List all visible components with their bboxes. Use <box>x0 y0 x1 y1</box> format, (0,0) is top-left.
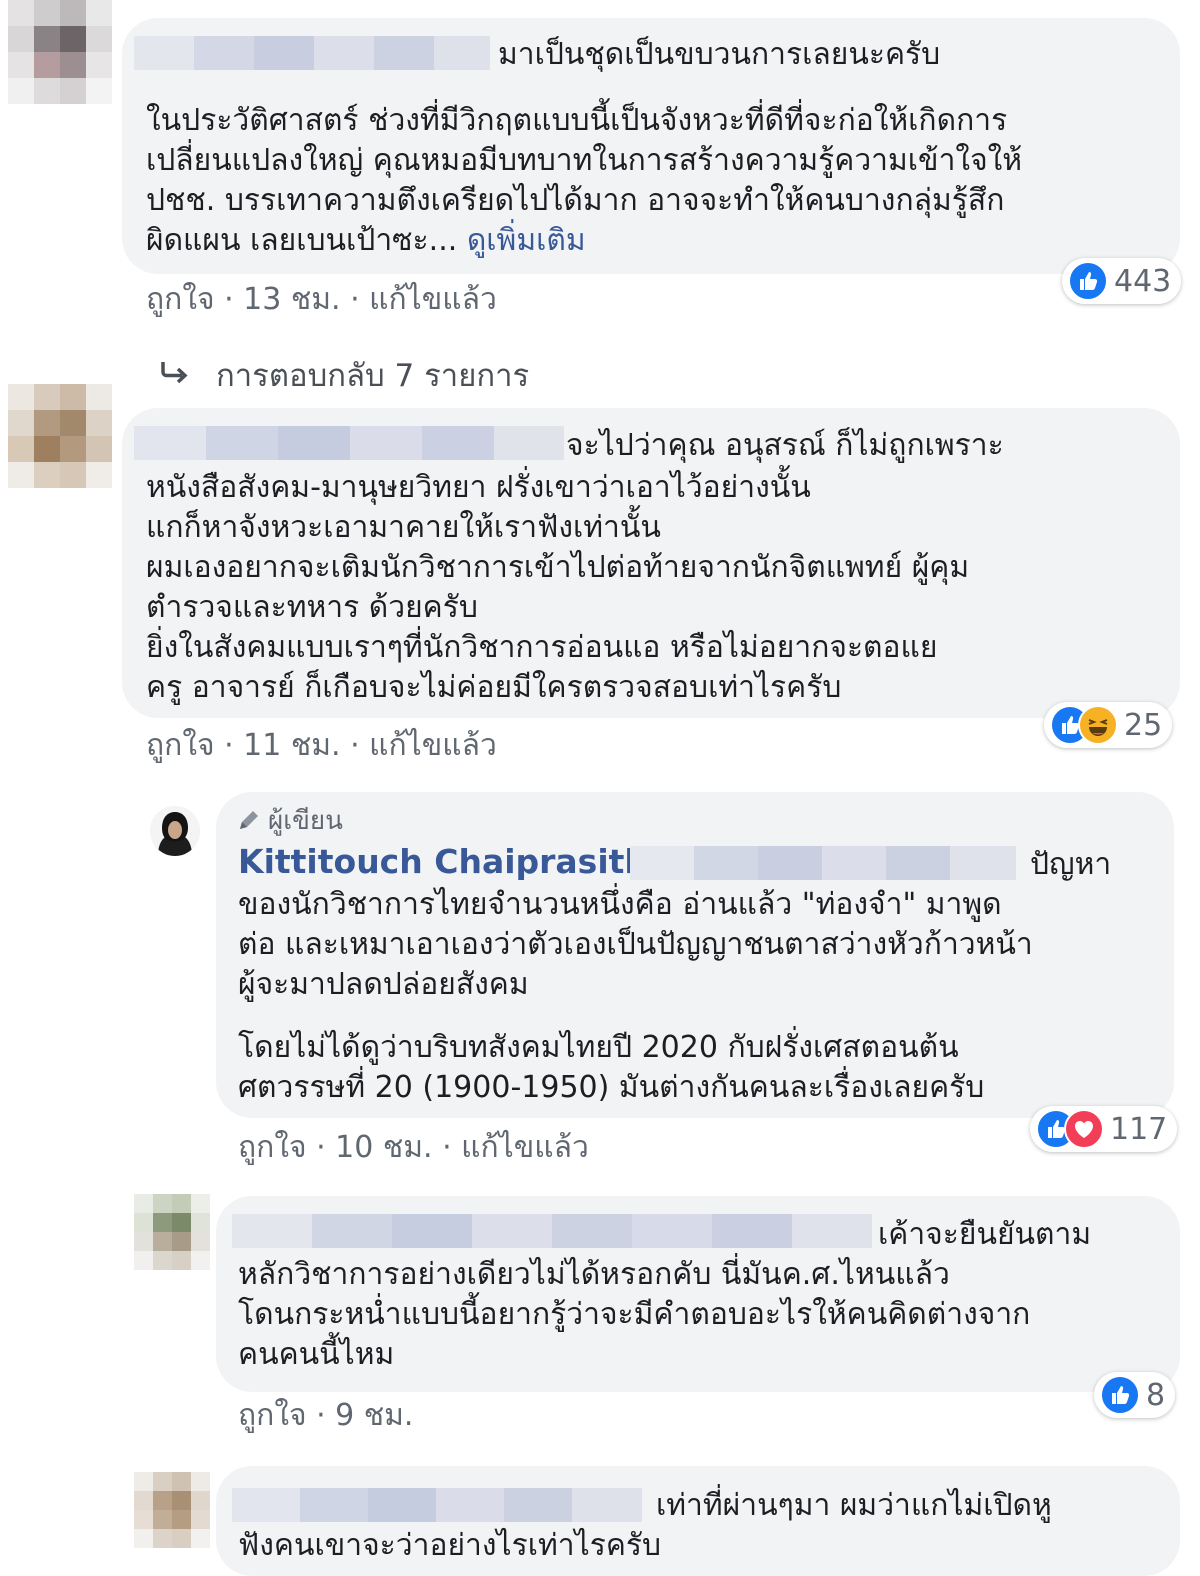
like-button[interactable]: ถูกใจ <box>238 1398 307 1433</box>
edited-label: แก้ไขแล้ว <box>369 728 497 763</box>
reaction-summary[interactable]: 25 <box>1044 702 1173 748</box>
comment-text-line: เท่าที่ผ่านๆมา ผมว่าแกไม่เปิดหู <box>656 1488 1052 1523</box>
like-button[interactable]: ถูกใจ <box>238 1130 307 1165</box>
like-icon <box>1068 261 1108 301</box>
comment-text-line: โดนกระหน่ำแบบนี้อยากรู้ว่าจะมีคำตอบอะไรใ… <box>238 1297 1031 1332</box>
view-replies-link[interactable]: การตอบกลับ 7 รายการ <box>160 350 529 400</box>
blurred-author-name[interactable] <box>134 36 490 70</box>
blurred-tagged-name[interactable] <box>630 846 1016 880</box>
blurred-author-name[interactable] <box>232 1488 642 1522</box>
blurred-author-name[interactable] <box>134 426 564 460</box>
comment-text-line: ศตวรรษที่ 20 (1900-1950) มันต่างกันคนละเ… <box>238 1070 985 1105</box>
comment-actions: ถูกใจ · 10 ชม. · แก้ไขแล้ว <box>238 1130 589 1165</box>
replies-count-label: การตอบกลับ 7 รายการ <box>216 358 530 394</box>
comment-text-line: ของนักวิชาการไทยจำนวนหนึ่งคือ อ่านแล้ว "… <box>238 887 1002 922</box>
avatar[interactable] <box>134 1194 210 1270</box>
comment-text-line: ปัญหา <box>1030 847 1112 882</box>
author-badge: ผู้เขียน <box>236 800 343 841</box>
timestamp[interactable]: 10 ชม. <box>335 1130 432 1165</box>
comment-text-line: แกก็หาจังหวะเอามาคายให้เราฟังเท่านั้น <box>146 510 661 545</box>
comment-text-line: เค้าจะยืนยันตาม <box>878 1217 1092 1252</box>
reaction-summary[interactable]: 8 <box>1094 1372 1176 1418</box>
timestamp[interactable]: 11 ชม. <box>243 728 340 763</box>
comment-actions: ถูกใจ · 13 ชม. · แก้ไขแล้ว <box>146 282 497 317</box>
author-name-link[interactable]: Kittitouch Chaiprasith <box>238 842 648 882</box>
avatar[interactable] <box>8 384 112 488</box>
reaction-count: 117 <box>1110 1111 1168 1147</box>
blurred-author-name[interactable] <box>232 1214 872 1248</box>
timestamp[interactable]: 9 ชม. <box>335 1398 413 1433</box>
reaction-summary[interactable]: 443 <box>1062 258 1182 304</box>
comment-text-line: ตำรวจและทหาร ด้วยครับ <box>146 590 478 625</box>
comment-text-line: หนังสือสังคม-มานุษยวิทยา ฝรั่งเขาว่าเอาไ… <box>146 470 811 505</box>
avatar[interactable] <box>8 0 112 104</box>
comment-text-line: โดยไม่ได้ดูว่าบริบทสังคมไทยปี 2020 กับฝร… <box>238 1030 959 1065</box>
comment-text-line: มาเป็นชุดเป็นขบวนการเลยนะครับ <box>498 37 941 72</box>
comment-text-line: ฟังคนเขาจะว่าอย่างไรเท่าไรครับ <box>238 1528 662 1563</box>
comment-text-line: ครู อาจารย์ ก็เกือบจะไม่ค่อยมีใครตรวจสอบ… <box>146 670 842 705</box>
reaction-count: 443 <box>1114 263 1172 299</box>
edited-label: แก้ไขแล้ว <box>461 1130 589 1165</box>
like-button[interactable]: ถูกใจ <box>146 282 215 317</box>
see-more-link[interactable]: ดูเพิ่มเติม <box>467 223 586 258</box>
comment-text-line: เปลี่ยนแปลงใหญ่ คุณหมอมีบทบาทในการสร้างค… <box>146 143 1023 178</box>
love-icon <box>1064 1109 1104 1149</box>
comment-text-line: ผู้จะมาปลดปล่อยสังคม <box>238 967 529 1002</box>
comment-text-line: ยิ่งในสังคมแบบเราๆที่นักวิชาการอ่อนแอ หร… <box>146 630 938 665</box>
comment-text-line: จะไปว่าคุณ อนุสรณ์ ก็ไม่ถูกเพราะ <box>566 428 1004 463</box>
reply-arrow-icon <box>160 358 210 394</box>
comment-actions: ถูกใจ · 11 ชม. · แก้ไขแล้ว <box>146 728 497 763</box>
reaction-count: 25 <box>1124 707 1163 743</box>
like-icon <box>1100 1375 1140 1415</box>
reaction-count: 8 <box>1146 1377 1166 1413</box>
comment-text-line: ต่อ และเหมาเอาเองว่าตัวเองเป็นปัญญาชนตาส… <box>238 927 1033 962</box>
comment-text-line: ปชช. บรรเทาความตึงเครียดไปได้มาก อาจจะทำ… <box>146 183 1005 218</box>
reaction-summary[interactable]: 117 <box>1030 1106 1178 1152</box>
comment-text-line: ผมเองอยากจะเติมนักวิชาการเข้าไปต่อท้ายจา… <box>146 550 970 585</box>
comment-text-line: คนคนนี้ไหม <box>238 1337 395 1372</box>
comment-text-tail: ผิดแผน เลยเบนเป้าซะ... <box>146 223 458 258</box>
like-button[interactable]: ถูกใจ <box>146 728 215 763</box>
avatar[interactable] <box>134 1472 210 1548</box>
author-badge-label: ผู้เขียน <box>268 806 343 836</box>
haha-icon <box>1078 705 1118 745</box>
author-avatar[interactable] <box>150 806 200 856</box>
comment-text-line: ผิดแผน เลยเบนเป้าซะ... ดูเพิ่มเติม <box>146 221 586 261</box>
edited-label: แก้ไขแล้ว <box>369 282 497 317</box>
comment-text-line: ในประวัติศาสตร์ ช่วงที่มีวิกฤตแบบนี้เป็น… <box>146 103 1008 138</box>
comment-actions: ถูกใจ · 9 ชม. <box>238 1398 414 1433</box>
comment-text-line: หลักวิชาการอย่างเดียวไม่ได้หรอกคับ นี่มั… <box>238 1257 950 1292</box>
pencil-icon <box>236 807 262 840</box>
timestamp[interactable]: 13 ชม. <box>243 282 340 317</box>
